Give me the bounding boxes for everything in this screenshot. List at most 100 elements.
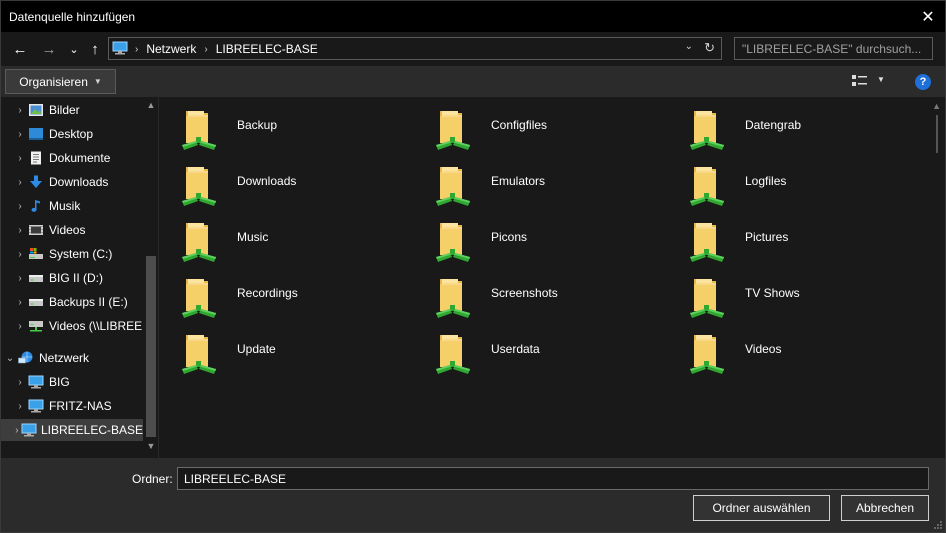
address-dropdown-chevron-icon[interactable]: ⌄ (685, 41, 693, 52)
sidebar-item-label: BIG (49, 375, 70, 389)
folder-item-downloads[interactable]: Downloads (164, 157, 414, 213)
folder-item-datengrab[interactable]: Datengrab (672, 101, 922, 157)
expand-chevron-icon[interactable]: › (13, 321, 27, 332)
content-scroll-up-arrow-icon[interactable]: ▲ (932, 101, 941, 111)
sidebar-item-big-ii-d[interactable]: › BIG II (D:) (1, 267, 143, 289)
address-bar[interactable]: › Netzwerk › LIBREELEC-BASE ⌄ ↻ (108, 37, 722, 60)
expand-chevron-icon[interactable]: › (13, 201, 27, 212)
folder-item-configfiles[interactable]: Configfiles (418, 101, 668, 157)
content-scrollbar-thumb[interactable] (936, 115, 938, 153)
expand-chevron-icon[interactable]: › (13, 129, 27, 140)
expand-chevron-icon[interactable]: › (13, 425, 21, 436)
folder-item-screenshots[interactable]: Screenshots (418, 269, 668, 325)
sidebar-item-videos[interactable]: › Videos (1, 219, 143, 241)
folder-item-logfiles[interactable]: Logfiles (672, 157, 922, 213)
folder-item-music[interactable]: Music (164, 213, 414, 269)
folder-name: Logfiles (745, 174, 787, 188)
expand-chevron-icon[interactable]: › (13, 297, 27, 308)
scroll-down-arrow-icon[interactable]: ▼ (145, 441, 157, 455)
expand-chevron-icon[interactable]: › (13, 273, 27, 284)
up-arrow-icon[interactable]: ↑ (85, 39, 105, 59)
folder-item-recordings[interactable]: Recordings (164, 269, 414, 325)
expand-chevron-icon[interactable]: › (13, 153, 27, 164)
shared-folder-icon (686, 275, 730, 319)
expand-chevron-icon[interactable]: › (13, 249, 27, 260)
resize-grip-icon[interactable] (933, 520, 943, 530)
folder-name: Emulators (491, 174, 546, 188)
sidebar-item-label: Netzwerk (39, 351, 90, 365)
shared-folder-icon (178, 219, 222, 263)
folder-item-pictures[interactable]: Pictures (672, 213, 922, 269)
content-scrollbar[interactable]: ▲ (929, 97, 945, 458)
folder-name: Update (237, 342, 276, 356)
breadcrumb-netzwerk[interactable]: Netzwerk (146, 42, 196, 56)
folder-item-tv-shows[interactable]: TV Shows (672, 269, 922, 325)
search-box[interactable] (734, 37, 933, 60)
folder-field[interactable] (177, 467, 929, 490)
folder-name: Videos (745, 342, 782, 356)
dialog-footer: Ordner: Ordner auswählen Abbrechen (1, 458, 945, 532)
expand-chevron-icon[interactable]: › (13, 225, 27, 236)
expand-chevron-icon[interactable]: › (13, 401, 27, 412)
sidebar-item-dokumente[interactable]: › Dokumente (1, 147, 143, 169)
folder-name-input[interactable] (178, 468, 928, 489)
folder-name: Configfiles (491, 118, 548, 132)
help-icon[interactable]: ? (915, 74, 931, 90)
sidebar-item-libreelec-base[interactable]: › LIBREELEC-BASE (1, 419, 143, 441)
folder-name: Music (237, 230, 269, 244)
scroll-up-arrow-icon[interactable]: ▲ (145, 100, 157, 114)
sidebar-item-label: Downloads (49, 175, 109, 189)
view-options-icon[interactable] (851, 73, 869, 89)
folder-field-label: Ordner: (132, 472, 173, 486)
desktop-icon (27, 126, 45, 142)
breadcrumb-separator: › (135, 43, 139, 55)
back-arrow-icon[interactable]: ← (10, 39, 30, 59)
breadcrumb-libreelec-base[interactable]: LIBREELEC-BASE (216, 42, 318, 56)
sidebar-item-big[interactable]: › BIG (1, 371, 143, 393)
drive-icon (27, 294, 45, 310)
organize-label: Organisieren (19, 74, 88, 89)
sidebar-item-label: Backups II (E:) (49, 295, 128, 309)
refresh-icon[interactable]: ↻ (704, 40, 715, 56)
sidebar-item-fritz-nas[interactable]: › FRITZ-NAS (1, 395, 143, 417)
organize-button[interactable]: Organisieren ▼ (5, 69, 116, 94)
folder-item-backup[interactable]: Backup (164, 101, 414, 157)
folder-name: Screenshots (491, 286, 558, 300)
expand-chevron-icon[interactable]: › (13, 377, 27, 388)
network-icon (17, 350, 35, 366)
shared-folder-icon (432, 275, 476, 319)
sidebar-item-bilder[interactable]: › Bilder (1, 99, 143, 121)
cancel-button[interactable]: Abbrechen (841, 495, 929, 521)
sidebar-item-videos-libree[interactable]: › Videos (\\LIBREE (1, 315, 143, 337)
shared-folder-icon (432, 331, 476, 375)
sidebar-item-musik[interactable]: › Musik (1, 195, 143, 217)
shared-folder-icon (178, 331, 222, 375)
forward-arrow-icon[interactable]: → (39, 39, 59, 59)
videos-icon (27, 222, 45, 238)
expand-chevron-icon[interactable]: › (13, 177, 27, 188)
folder-item-videos[interactable]: Videos (672, 325, 922, 381)
scrollbar-thumb[interactable] (146, 256, 156, 437)
recent-locations-chevron-icon[interactable]: ⌄ (64, 39, 84, 59)
breadcrumb: › Netzwerk › LIBREELEC-BASE (135, 42, 318, 56)
navigation-pane-scrollbar[interactable]: ▲ ▼ (143, 97, 158, 458)
expanded-chevron-icon[interactable]: ⌄ (3, 353, 17, 364)
folder-name: Datengrab (745, 118, 802, 132)
sidebar-item-backups-ii-e[interactable]: › Backups II (E:) (1, 291, 143, 313)
folder-item-picons[interactable]: Picons (418, 213, 668, 269)
sidebar-item-netzwerk[interactable]: ⌄ Netzwerk (1, 347, 143, 369)
computer-icon (27, 398, 45, 414)
close-icon[interactable]: ✕ (911, 1, 945, 32)
folder-item-update[interactable]: Update (164, 325, 414, 381)
folder-item-emulators[interactable]: Emulators (418, 157, 668, 213)
view-dropdown-caret-icon[interactable]: ▼ (877, 75, 885, 84)
select-folder-button[interactable]: Ordner auswählen (693, 495, 830, 521)
folder-item-userdata[interactable]: Userdata (418, 325, 668, 381)
sidebar-item-downloads[interactable]: › Downloads (1, 171, 143, 193)
sidebar-item-system-c[interactable]: › System (C:) (1, 243, 143, 265)
search-input[interactable] (735, 38, 932, 59)
computer-icon (27, 374, 45, 390)
sidebar-item-desktop[interactable]: › Desktop (1, 123, 143, 145)
folder-name: Pictures (745, 230, 789, 244)
expand-chevron-icon[interactable]: › (13, 105, 27, 116)
